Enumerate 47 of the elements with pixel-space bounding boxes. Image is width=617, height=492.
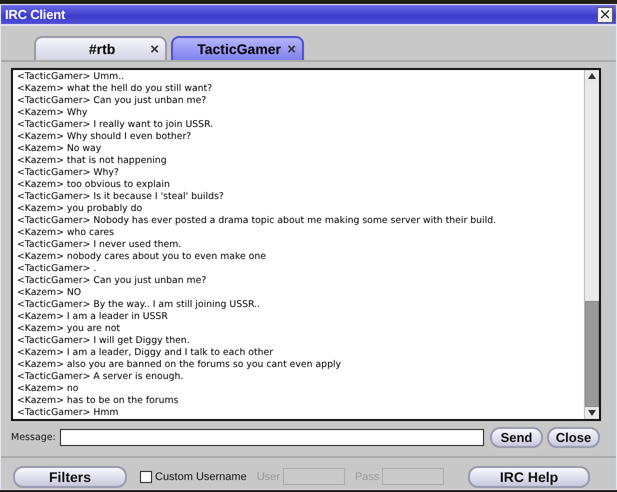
tab[interactable]: TacticGamer × [171, 36, 304, 60]
chat-message: <TacticGamer> Why? [17, 167, 120, 180]
chat-message: <Kazem> that is not happening [17, 155, 168, 168]
chat-message: <TacticGamer> Can you just unban me? [17, 275, 208, 288]
chat-message: <Kazem> Why should I even bother? [17, 131, 192, 144]
help-button[interactable]: IRC Help [468, 466, 590, 488]
message-field[interactable] [60, 429, 484, 446]
chat-message: <TacticGamer> Can you just unban me? [17, 95, 208, 108]
chat-message: <Kazem> I am a leader, Diggy and I talk to each other [17, 347, 274, 360]
chat-message: <TacticGamer> Is it because I 'steal' builds? [17, 191, 225, 204]
chat-message: <Kazem> what the hell do you still want? [17, 83, 214, 96]
chat-message: <TacticGamer> I will get Diggy then. [17, 335, 191, 348]
window-title: IRC Client [5, 7, 66, 22]
chat-message: <Kazem> No way [17, 143, 102, 156]
chat-message: <Kazem> you are not [17, 323, 122, 336]
close-button[interactable]: × [597, 6, 613, 23]
chat-message: <Kazem> has to be on the forums [17, 395, 180, 408]
chat-message: <Kazem> too obvious to explain [17, 179, 171, 192]
tab-label: #rtb [88, 41, 116, 58]
checkbox-label: Custom Username [155, 470, 247, 483]
chat-message: <TacticGamer> I never used them. [17, 239, 182, 252]
tab-close-button[interactable]: × [150, 40, 159, 58]
tab[interactable]: #rtb × [34, 36, 167, 60]
chat-message: <TacticGamer> Hmm [17, 407, 120, 420]
filters-button[interactable]: Filters [13, 466, 127, 488]
chat-message: <Kazem> you probably do [17, 203, 144, 216]
scrollbar[interactable] [584, 70, 599, 420]
close-button[interactable]: Close [547, 427, 600, 448]
chat-message: <Kazem> also you are banned on the forums so you cant even apply [17, 359, 342, 372]
chat-message: <Kazem> Why [17, 107, 88, 120]
chat-message: <TacticGamer> . [17, 263, 98, 276]
checkbox[interactable] [140, 470, 152, 483]
tab-close-button[interactable]: × [287, 40, 296, 58]
tab-label: TacticGamer [196, 41, 282, 58]
chat-message: <Kazem> no [17, 383, 80, 396]
chat-message: <TacticGamer> I really want to join USSR. [17, 119, 214, 132]
chat-message: <Kazem> I am a leader in USSR [17, 311, 169, 324]
chat-message: <TacticGamer> By the way.. I am still joining USSR.. [17, 299, 262, 312]
chat-message: <TacticGamer> Umm.. [17, 71, 126, 84]
chat-message: <Kazem> who cares [17, 227, 115, 240]
message-label: Message: [11, 432, 56, 444]
send-button[interactable]: Send [490, 427, 543, 448]
chat-message: <TacticGamer> A server is enough. [17, 371, 184, 384]
chat-message: <TacticGamer> Nobody has ever posted a drama topic about me making some server with their build. [17, 215, 498, 228]
chat-message: <Kazem> NO [17, 287, 82, 300]
chat-message: <Kazem> nobody cares about you to even make one [17, 251, 267, 264]
scroll-thumb[interactable] [585, 301, 599, 408]
